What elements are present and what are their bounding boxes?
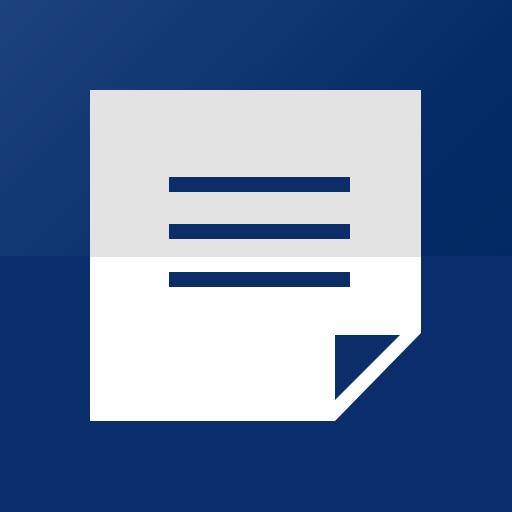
text-line-1 xyxy=(169,177,350,192)
text-line-2 xyxy=(169,224,350,239)
document-app-icon[interactable] xyxy=(0,0,512,512)
folded-corner xyxy=(335,335,400,400)
text-line-3 xyxy=(169,272,350,287)
note-page-icon xyxy=(90,90,421,421)
